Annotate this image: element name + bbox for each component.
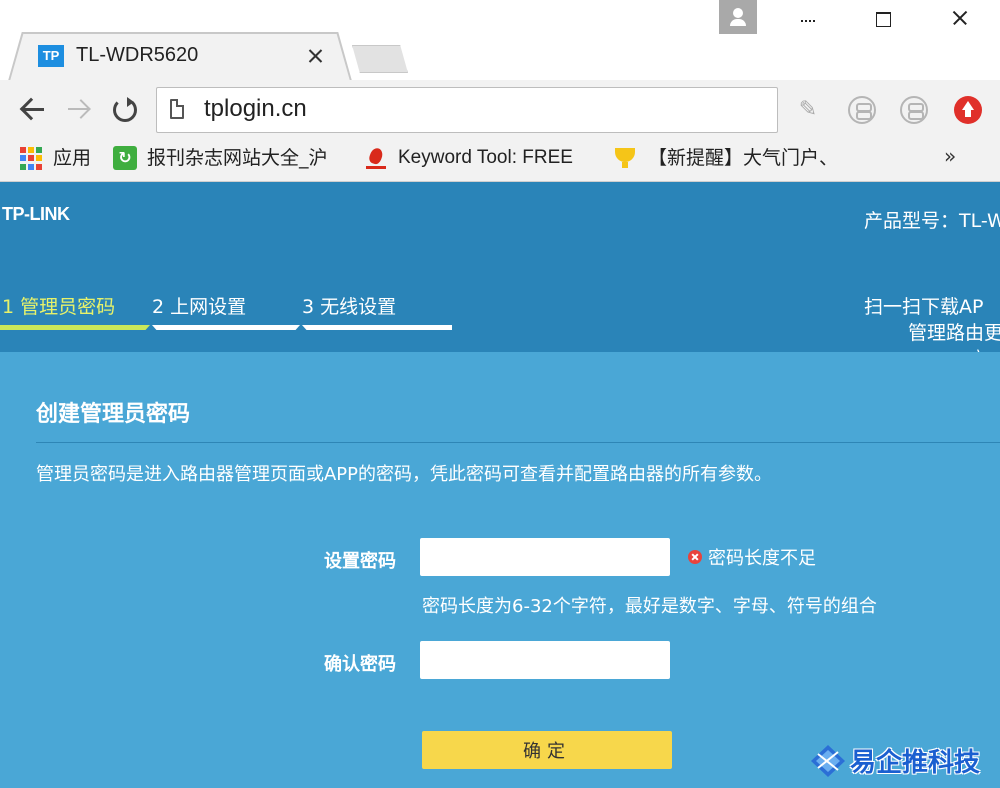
app-promo-line: 管理路由更 [908, 322, 1000, 344]
step-wireless-settings: 3 无线设置 [302, 296, 397, 318]
password-error-text: 密码长度不足 [708, 548, 816, 569]
bookmark-item[interactable]: 报刊杂志网站大全_沪 [147, 144, 328, 172]
bookmark-item[interactable]: Keyword Tool: FREE [398, 144, 573, 172]
password-label: 设置密码 [324, 551, 396, 572]
watermark-text: 易企推科技 [850, 748, 981, 778]
password-input[interactable] [420, 538, 670, 576]
refresh-bookmark-icon: ↻ [113, 146, 137, 170]
tp-favicon-icon: TP [38, 45, 64, 67]
tp-link-logo: TP-LINK [2, 204, 70, 224]
browser-chrome: TP TL-WDR5620 tplogin.cn ✎ 应用 ↻ 报刊杂志网站大全… [0, 0, 1000, 182]
error-icon [688, 550, 702, 564]
user-icon[interactable] [719, 0, 757, 34]
feather-extension-icon[interactable]: ✎ [794, 96, 822, 124]
bookmark-item[interactable]: 【新提醒】大气门户、 [648, 144, 838, 172]
fire-bookmark-icon [364, 146, 388, 170]
apps-grid-icon[interactable] [20, 146, 44, 170]
reload-icon[interactable] [110, 95, 140, 125]
user-head [733, 8, 743, 18]
divider [36, 442, 1000, 443]
step-progress-bar [302, 325, 452, 330]
password-form-panel: 创建管理员密码 管理员密码是进入路由器管理页面或APP的密码，凭此密码可查看并配… [0, 352, 1000, 788]
trophy-bookmark-icon [613, 146, 637, 170]
upload-extension-icon[interactable] [954, 96, 982, 124]
step-progress-bar [152, 325, 300, 330]
confirm-password-input[interactable] [420, 641, 670, 679]
confirm-password-label: 确认密码 [324, 654, 396, 675]
bookmarks-more-icon[interactable]: » [944, 144, 956, 168]
step-admin-password: 1 管理员密码 [2, 296, 116, 318]
app-promo-line: 方便 [970, 344, 1000, 352]
step-internet-settings: 2 上网设置 [152, 296, 247, 318]
section-description: 管理员密码是进入路由器管理页面或APP的密码，凭此密码可查看并配置路由器的所有参… [36, 464, 773, 485]
step-progress-bar-active [0, 325, 150, 330]
forward-arrow-icon[interactable] [64, 95, 94, 125]
minimize-button[interactable] [785, 0, 831, 34]
page-icon[interactable] [170, 99, 184, 119]
close-window-button[interactable] [937, 0, 983, 34]
app-promo-line: 扫一扫下载AP [864, 296, 984, 318]
extension-icon[interactable] [900, 96, 928, 124]
router-setup-page: TP-LINK 产品型号：TL-W 1 管理员密码 2 上网设置 3 无线设置 … [0, 182, 1000, 788]
maximize-button[interactable] [860, 0, 906, 34]
password-hint: 密码长度为6-32个字符，最好是数字、字母、符号的组合 [422, 596, 877, 617]
extension-icon[interactable] [848, 96, 876, 124]
user-shoulders [730, 19, 746, 26]
url-text[interactable]: tplogin.cn [204, 95, 307, 123]
back-arrow-icon[interactable] [18, 95, 48, 125]
new-tab-button[interactable] [352, 45, 408, 73]
router-header: TP-LINK 产品型号：TL-W 1 管理员密码 2 上网设置 3 无线设置 … [0, 182, 1000, 352]
product-model: 产品型号：TL-W [864, 210, 1000, 232]
tab-close-icon[interactable] [306, 46, 326, 66]
confirm-button[interactable]: 确定 [422, 731, 672, 769]
section-title: 创建管理员密码 [36, 402, 191, 427]
watermark-logo-icon [811, 745, 845, 777]
bookmark-apps[interactable]: 应用 [53, 144, 91, 172]
tab-title[interactable]: TL-WDR5620 [76, 44, 198, 67]
